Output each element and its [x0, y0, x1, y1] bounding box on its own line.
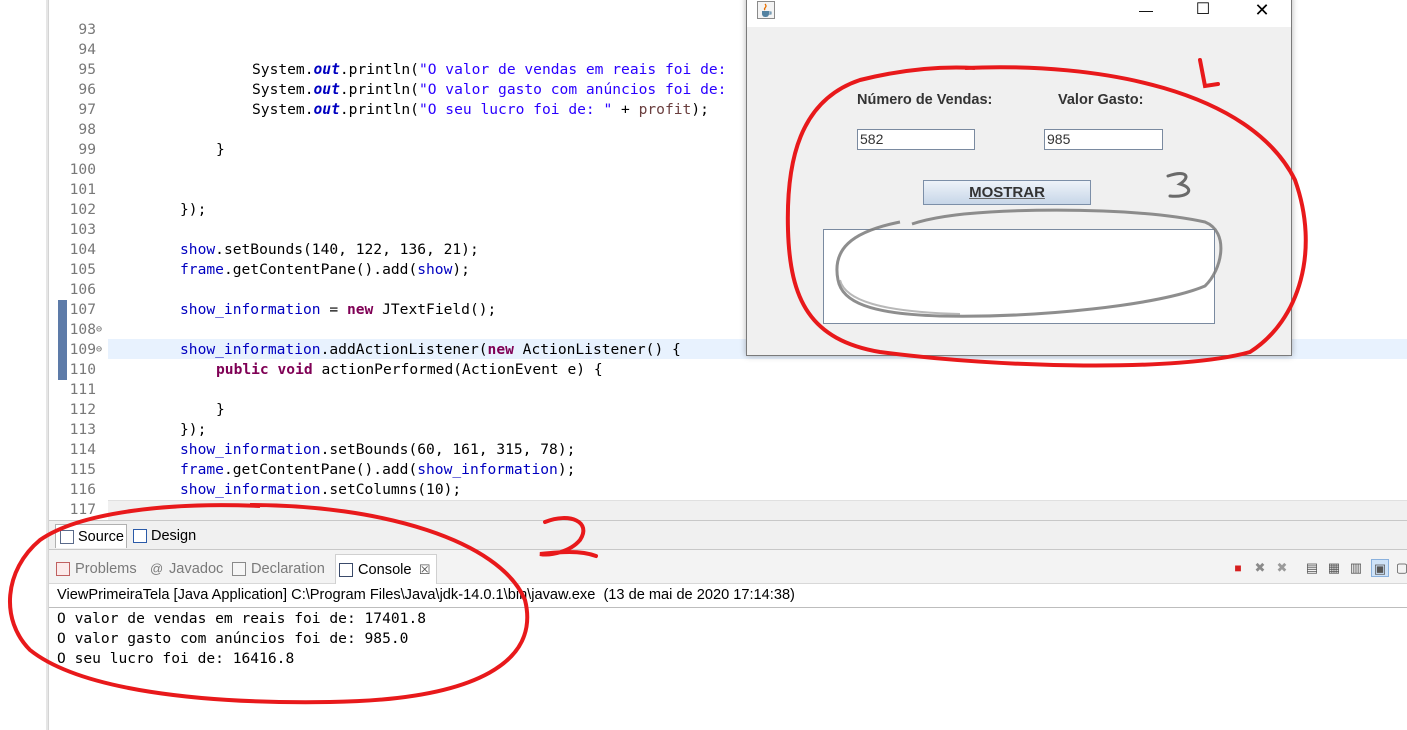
console-icon: [339, 563, 353, 577]
vendas-label: Número de Vendas:: [857, 92, 993, 108]
console-output-line: O valor de vendas em reais foi de: 17401…: [57, 610, 427, 627]
tab-console[interactable]: Console ☒: [335, 554, 437, 584]
declaration-icon: [232, 562, 246, 576]
valor-gasto-input[interactable]: 985: [1044, 129, 1163, 150]
terminate-icon[interactable]: ■: [1229, 559, 1247, 577]
problems-icon: [56, 562, 70, 576]
tab-label: Javadoc: [169, 561, 224, 577]
window-title-bar[interactable]: — ☐ ✕: [747, 0, 1291, 27]
close-button[interactable]: ✕: [1233, 0, 1291, 25]
tab-problems[interactable]: Problems: [53, 556, 137, 582]
code-line: 113 show_information.setBounds(60, 161, …: [0, 400, 1407, 458]
tab-label: Console: [358, 562, 412, 578]
display-console-icon[interactable]: ▢: [1393, 559, 1407, 577]
tab-label: Source: [78, 529, 124, 545]
pin-console-icon[interactable]: ▣: [1371, 559, 1389, 577]
valor-gasto-label: Valor Gasto:: [1058, 92, 1144, 108]
code-line: 112 });: [0, 380, 1407, 438]
tab-declaration[interactable]: Declaration: [229, 556, 325, 582]
scroll-lock-icon[interactable]: ▦: [1325, 559, 1343, 577]
clear-console-icon[interactable]: ▤: [1303, 559, 1321, 577]
mostrar-button[interactable]: MOSTRAR: [923, 180, 1091, 205]
source-file-icon: [60, 530, 74, 544]
button-label: MOSTRAR: [969, 184, 1045, 201]
minimize-button[interactable]: —: [1117, 0, 1175, 25]
console-output-line: O valor gasto com anúncios foi de: 985.0: [57, 630, 409, 647]
tab-label: Design: [151, 528, 197, 544]
view-tab-bar: Problems @ Javadoc Declaration Console ☒…: [49, 550, 1407, 584]
swing-app-window: — ☐ ✕ Número de Vendas: Valor Gasto: 582…: [746, 0, 1292, 356]
remove-all-icon[interactable]: ✖: [1273, 559, 1291, 577]
horizontal-scrollbar[interactable]: [108, 500, 1407, 520]
java-cup-icon: [757, 1, 775, 19]
code-line: 115 show_information.setColumns(10);: [0, 440, 1407, 498]
at-sign-icon: @: [150, 561, 164, 576]
console-divider: [49, 607, 1407, 608]
code-line: 116 }: [0, 460, 1407, 518]
close-icon[interactable]: ☒: [419, 555, 431, 585]
vendas-input[interactable]: 582: [857, 129, 975, 150]
tab-source[interactable]: Source: [55, 524, 127, 548]
console-launch-header: ViewPrimeiraTela [Java Application] C:\P…: [57, 587, 795, 603]
tab-design[interactable]: Design: [129, 524, 201, 548]
show-information-field[interactable]: [823, 229, 1215, 324]
editor-tab-bar: Source Design: [49, 520, 1407, 550]
line-number: 117: [69, 501, 96, 518]
word-wrap-icon[interactable]: ▥: [1347, 559, 1365, 577]
tab-label: Problems: [75, 561, 137, 577]
design-grid-icon: [133, 529, 147, 543]
maximize-button[interactable]: ☐: [1174, 0, 1232, 25]
bottom-panel: Problems @ Javadoc Declaration Console ☒…: [49, 550, 1407, 730]
tab-javadoc[interactable]: @ Javadoc: [147, 556, 223, 582]
code-line: 111 }: [0, 360, 1407, 418]
console-output-line: O seu lucro foi de: 16416.8: [57, 650, 295, 667]
code-line: 117 }: [0, 480, 1407, 538]
remove-launch-icon[interactable]: ✖: [1251, 559, 1269, 577]
code-line: 114 frame.getContentPane().add(show_info…: [0, 420, 1407, 478]
tab-label: Declaration: [251, 561, 325, 577]
